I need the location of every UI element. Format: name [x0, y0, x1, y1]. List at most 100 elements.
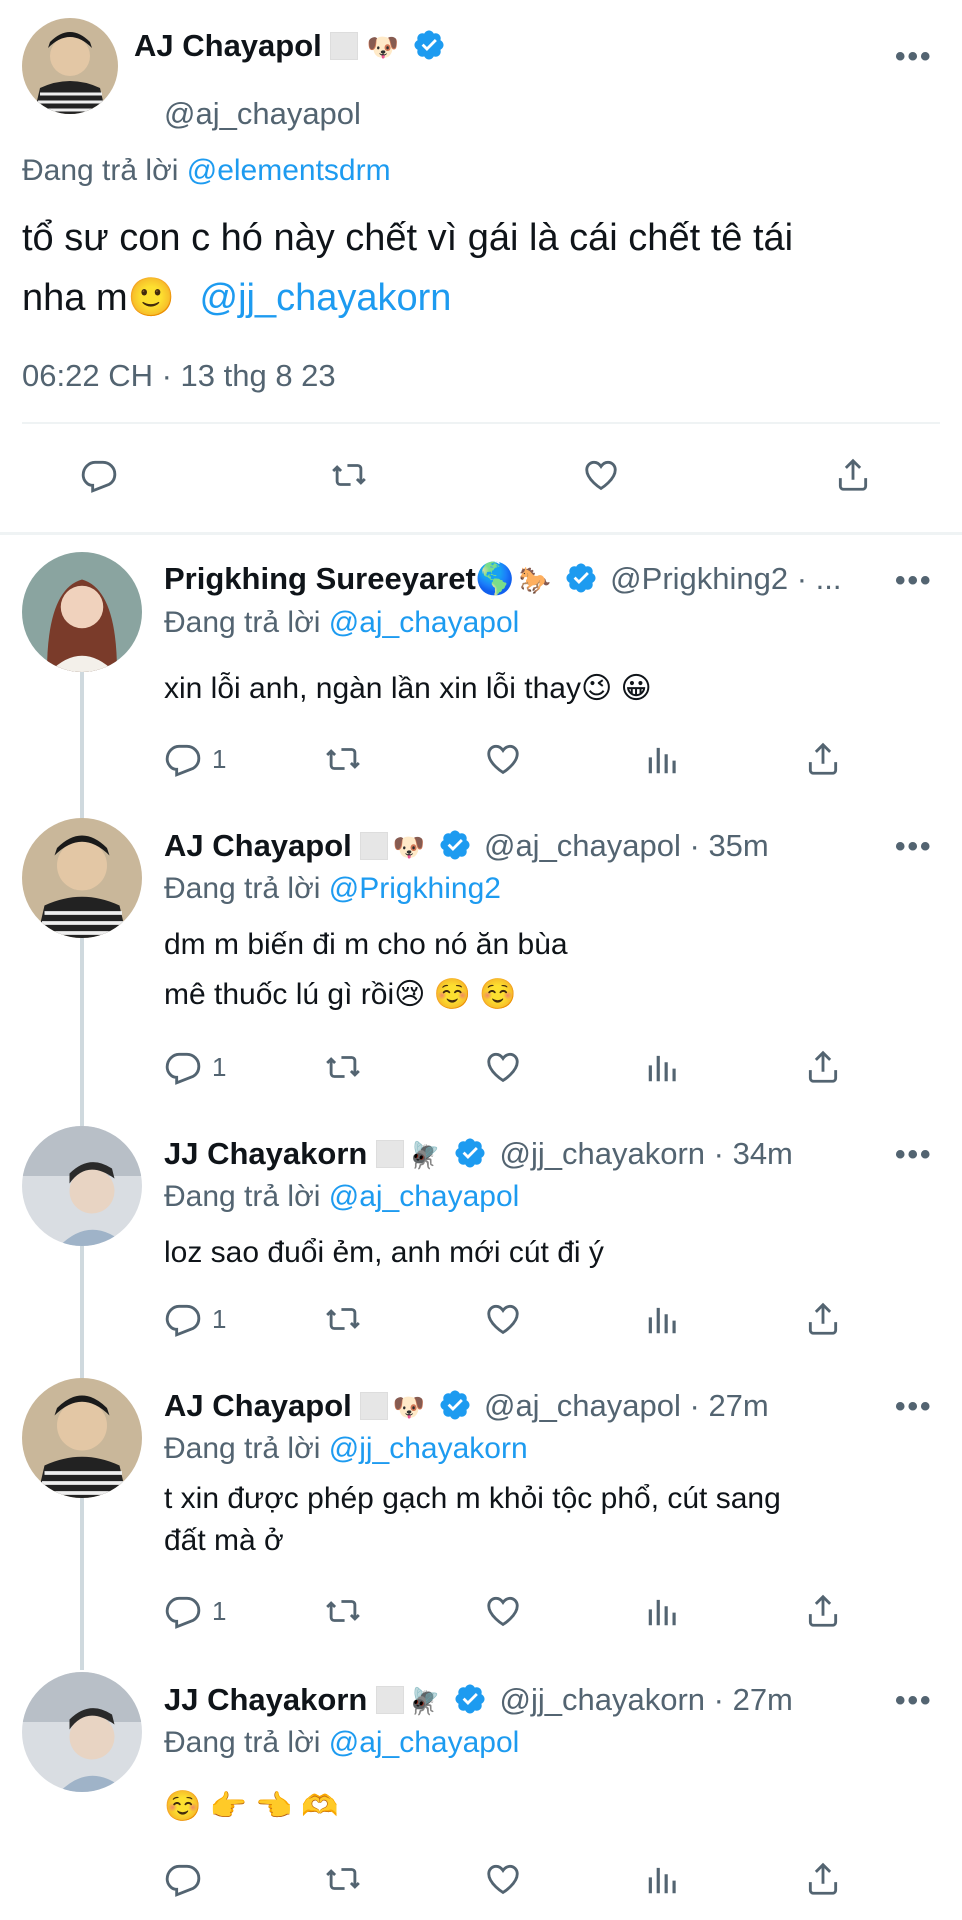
like-button[interactable]: [484, 1860, 522, 1898]
share-button[interactable]: [804, 740, 842, 778]
reply-count: 1: [212, 743, 227, 774]
like-button[interactable]: [582, 456, 620, 494]
share-button[interactable]: [804, 1860, 842, 1898]
replying-to-link[interactable]: @elementsdrm: [187, 154, 391, 187]
avatar-aj-chayapol[interactable]: [22, 818, 142, 938]
replying-to-link[interactable]: @aj_chayapol: [329, 1180, 520, 1213]
share-icon: [808, 742, 838, 775]
like-button[interactable]: [484, 1300, 522, 1338]
reply-header: AJ Chayapol 🐶 @aj_chayapol · 35m: [164, 828, 884, 864]
views-button[interactable]: [644, 1048, 682, 1086]
replying-to-link[interactable]: @aj_chayapol: [329, 1726, 520, 1759]
like-icon: [487, 1864, 519, 1895]
replying-prefix: Đang trả lời: [164, 872, 321, 905]
verified-icon: [438, 828, 472, 862]
tweet-timestamp[interactable]: 06:22 CH · 13 thg 8 23: [22, 358, 336, 394]
retweet-button[interactable]: [324, 740, 362, 778]
avatar-jj-chayakorn[interactable]: [22, 1126, 142, 1246]
reply-icon: [81, 460, 117, 493]
share-icon: [808, 1302, 838, 1335]
retweet-button[interactable]: [330, 456, 368, 494]
verified-icon: [438, 1388, 472, 1422]
replying-to-link[interactable]: @jj_chayakorn: [329, 1432, 528, 1465]
reply-handle-time[interactable]: @jj_chayakorn · 34m: [500, 1136, 793, 1171]
replying-to-line: Đang trả lời @aj_chayapol: [164, 606, 519, 640]
retweet-button[interactable]: [324, 1592, 362, 1630]
like-button[interactable]: [484, 1592, 522, 1630]
views-button[interactable]: [644, 1860, 682, 1898]
share-button[interactable]: [804, 1300, 842, 1338]
reply-handle-time[interactable]: @jj_chayakorn · 27m: [500, 1682, 793, 1717]
avatar-aj-chayapol[interactable]: [22, 18, 118, 114]
share-icon: [808, 1594, 838, 1627]
more-icon[interactable]: •••: [895, 1138, 933, 1172]
share-icon: [808, 1050, 838, 1083]
avatar-prigkhing[interactable]: [22, 552, 142, 672]
blurred-emoji-icon: [360, 832, 389, 860]
like-icon: [487, 744, 519, 775]
more-icon[interactable]: •••: [895, 40, 933, 74]
reply-header: JJ Chayakorn 🪰 @jj_chayakorn · 34m: [164, 1136, 884, 1172]
verified-icon: [564, 561, 598, 595]
more-icon[interactable]: •••: [895, 1390, 933, 1424]
reply-button[interactable]: 1: [164, 1048, 226, 1086]
avatar-aj-chayapol[interactable]: [22, 1378, 142, 1498]
reply-author-name[interactable]: JJ Chayakorn: [164, 1682, 367, 1717]
reply-button[interactable]: 1: [164, 740, 226, 778]
retweet-button[interactable]: [324, 1048, 362, 1086]
replying-to-link[interactable]: @Prigkhing2: [329, 872, 501, 905]
tweet-text-line2-wrap: nha m🙂 @jj_chayakorn: [22, 268, 793, 328]
retweet-icon: [326, 1308, 360, 1330]
author-name[interactable]: AJ Chayapol: [134, 28, 322, 63]
reply-button[interactable]: [80, 456, 118, 494]
retweet-button[interactable]: [324, 1860, 362, 1898]
reply-author-name[interactable]: JJ Chayakorn: [164, 1136, 367, 1171]
more-icon[interactable]: •••: [895, 1684, 933, 1718]
reply-icon: [165, 1596, 201, 1629]
reply-author-name[interactable]: Prigkhing Sureeyaret🌎: [164, 561, 514, 596]
replying-to-line: Đang trả lời @aj_chayapol: [164, 1726, 519, 1760]
reply-author-name[interactable]: AJ Chayapol: [164, 828, 352, 863]
verified-icon: [453, 1136, 487, 1170]
replying-to-line: Đang trả lời @elementsdrm: [22, 154, 391, 188]
reply-handle-time[interactable]: @aj_chayapol · 27m: [484, 1388, 769, 1423]
reply-button[interactable]: 1: [164, 1592, 226, 1630]
blurred-emoji-icon: [360, 1392, 389, 1420]
more-icon[interactable]: •••: [895, 564, 933, 598]
reply-author-emoji: 🐎: [518, 565, 552, 595]
replying-prefix: Đang trả lời: [164, 1726, 321, 1759]
reply-text: ☺️ 👉 👈 🫶: [164, 1790, 339, 1823]
reply-author-emoji: 🐶: [392, 832, 426, 862]
replying-to-line: Đang trả lời @jj_chayakorn: [164, 1432, 528, 1466]
views-button[interactable]: [644, 1300, 682, 1338]
share-button[interactable]: [804, 1048, 842, 1086]
author-row: AJ Chayapol 🐶: [134, 28, 446, 64]
verified-icon: [453, 1682, 487, 1716]
share-button[interactable]: [804, 1592, 842, 1630]
more-icon[interactable]: •••: [895, 830, 933, 864]
reply-handle-time[interactable]: @Prigkhing2 · ...: [610, 561, 841, 596]
reply-button[interactable]: 1: [164, 1300, 226, 1338]
blurred-emoji-icon: [375, 1686, 404, 1714]
replying-prefix: Đang trả lời: [164, 1432, 321, 1465]
share-button[interactable]: [834, 456, 872, 494]
like-button[interactable]: [484, 740, 522, 778]
author-emoji: 🐶: [366, 32, 400, 62]
reply-icon: [165, 1304, 201, 1337]
views-button[interactable]: [644, 740, 682, 778]
like-icon: [487, 1596, 519, 1627]
reply-count: 1: [212, 1051, 227, 1082]
views-button[interactable]: [644, 1592, 682, 1630]
author-handle[interactable]: @aj_chayapol: [164, 96, 361, 132]
replying-to-link[interactable]: @aj_chayapol: [329, 606, 520, 639]
reply-author-name[interactable]: AJ Chayapol: [164, 1388, 352, 1423]
avatar-jj-chayakorn[interactable]: [22, 1672, 142, 1792]
mention-link[interactable]: @jj_chayakorn: [200, 277, 452, 319]
retweet-button[interactable]: [324, 1300, 362, 1338]
reply-text: t xin được phép gạch m khỏi tộc phổ, cút…: [164, 1478, 781, 1562]
section-divider: [0, 532, 962, 535]
like-button[interactable]: [484, 1048, 522, 1086]
reply-handle-time[interactable]: @aj_chayapol · 35m: [484, 828, 769, 863]
reply-button[interactable]: [164, 1860, 212, 1898]
blurred-emoji-icon: [375, 1140, 404, 1168]
